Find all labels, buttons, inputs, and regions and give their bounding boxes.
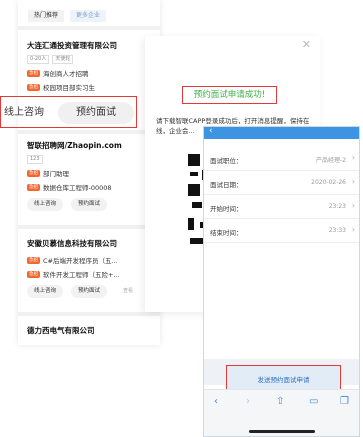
company-name: 德力西电气有限公司 <box>27 326 95 335</box>
book-interview-button[interactable]: 预约面试 <box>71 198 108 211</box>
action-buttons: 线上咨询 预约面试 查看 <box>27 285 160 298</box>
phone-header: ‹ <box>204 127 359 139</box>
tab-more-companies[interactable]: 更多企业 <box>70 10 107 22</box>
company-card[interactable]: 智联招聘网/Zhaopin.com 123 急招 部门助理 急招 数据仓库工程师… <box>27 140 160 211</box>
back-icon[interactable]: ‹ <box>214 396 218 407</box>
job-item[interactable]: 急招 软件开发工程师（五险+... <box>27 269 160 279</box>
online-consult-button[interactable]: 线上咨询 <box>27 198 64 211</box>
highlight-box <box>0 96 137 128</box>
online-consult-button[interactable]: 线上咨询 <box>27 285 64 298</box>
chevron-right-icon: › <box>351 177 355 186</box>
divider <box>18 130 160 134</box>
hot-badge: 急招 <box>27 270 40 278</box>
success-title: 预约面试申请成功! <box>182 86 277 104</box>
tab-hot[interactable]: 热门推荐 <box>28 10 65 22</box>
job-item[interactable]: 急招 校园项目部实习生 <box>27 82 160 92</box>
field-label: 结束时间： <box>210 229 243 237</box>
share-icon[interactable]: ⇧ <box>276 396 284 407</box>
company-tag: 0-20人 <box>27 55 50 64</box>
hot-badge: 急招 <box>27 83 40 91</box>
top-tabs: 热门推荐 更多企业 <box>28 10 107 22</box>
job-title: 部门助理 <box>43 170 69 178</box>
field-date[interactable]: 面试日期： 2020-02-26 › <box>204 171 359 195</box>
phone-screen: ‹ 面试职位： 产品经理-2 › 面试日期： 2020-02-26 › 开始时间… <box>203 126 360 437</box>
job-title: 校园项目部实习生 <box>43 84 95 92</box>
job-item[interactable]: 急招 部门助理 <box>27 168 160 178</box>
hot-badge: 急招 <box>27 69 40 77</box>
field-value: 23:23 <box>328 203 346 210</box>
browser-toolbar: ‹ › ⇧ ▭ ❐ <box>204 389 359 436</box>
company-tags: 0-20人 天使轮 <box>27 55 160 64</box>
tabs-icon[interactable]: ❐ <box>340 396 349 407</box>
field-value: 23:33 <box>328 227 346 234</box>
back-chevron-icon[interactable]: ‹ <box>209 127 213 136</box>
field-label: 开始时间： <box>210 205 243 213</box>
company-name: 大连汇通投资管理有限公司 <box>27 41 117 50</box>
company-tag: 天使轮 <box>52 55 74 64</box>
book-interview-button[interactable]: 预约面试 <box>71 285 108 298</box>
hot-badge: 急招 <box>27 183 40 191</box>
job-title: C#后端开发程序员（五... <box>43 257 118 265</box>
view-link[interactable]: 查看 <box>123 285 133 298</box>
job-title: 软件开发工程师（五险+... <box>43 271 120 279</box>
field-value: 产品经理-2 <box>316 157 346 164</box>
company-card[interactable]: 安徽贝慕信息科技有限公司 急招 C#后端开发程序员（五... 急招 软件开发工程… <box>27 238 160 298</box>
company-name: 安徽贝慕信息科技有限公司 <box>27 239 117 248</box>
field-end-time[interactable]: 结束时间： 23:33 › <box>204 219 359 243</box>
job-title: 海创商人才招聘 <box>43 70 89 78</box>
company-card[interactable]: 德力西电气有限公司 <box>27 325 160 336</box>
chevron-right-icon: › <box>351 225 355 234</box>
job-title: 数据仓库工程师-00008 <box>43 184 112 192</box>
action-buttons: 线上咨询 预约面试 <box>27 198 160 211</box>
field-start-time[interactable]: 开始时间： 23:23 › <box>204 195 359 219</box>
job-item[interactable]: 急招 C#后端开发程序员（五... <box>27 255 160 265</box>
company-tag: 123 <box>27 155 43 164</box>
close-icon[interactable]: ✕ <box>302 38 311 51</box>
company-card[interactable]: 大连汇通投资管理有限公司 0-20人 天使轮 急招 海创商人才招聘 急招 校园项… <box>27 40 160 92</box>
forward-icon[interactable]: › <box>246 396 250 407</box>
field-label: 面试日期： <box>210 181 243 189</box>
chevron-right-icon: › <box>351 201 355 210</box>
company-tags: 123 <box>27 155 160 164</box>
job-list-panel: 热门推荐 更多企业 大连汇通投资管理有限公司 0-20人 天使轮 急招 海创商人… <box>18 0 160 345</box>
company-name: 智联招聘网/Zhaopin.com <box>27 141 122 150</box>
field-label: 面试职位： <box>210 157 243 165</box>
job-item[interactable]: 急招 海创商人才招聘 <box>27 68 160 78</box>
job-item[interactable]: 急招 数据仓库工程师-00008 <box>27 182 160 192</box>
field-position[interactable]: 面试职位： 产品经理-2 › <box>204 147 359 171</box>
chevron-right-icon: › <box>351 153 355 162</box>
divider <box>18 26 160 30</box>
hot-badge: 急招 <box>27 169 40 177</box>
field-value: 2020-02-26 <box>311 179 346 186</box>
hot-badge: 急招 <box>27 256 40 264</box>
book-icon[interactable]: ▭ <box>309 396 318 407</box>
divider <box>18 225 160 229</box>
divider <box>18 312 160 316</box>
home-indicator <box>249 430 315 433</box>
